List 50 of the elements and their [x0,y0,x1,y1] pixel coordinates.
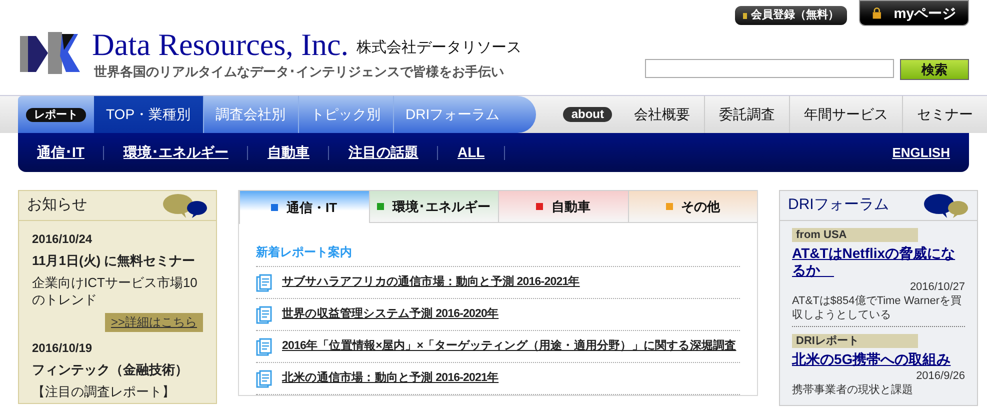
report-link[interactable]: 2016年「位置情報×屋内」×「ターゲッティング（用途・適用分野）」に関する深堀調査 [282,338,736,356]
forum-date: 2016/10/27 [910,281,965,294]
forum-tag: from USA [792,228,918,242]
news-title: フィンテック（金融技術） [32,361,189,379]
category-tab[interactable]: 通信・IT [239,190,368,224]
forum-article-link[interactable]: 北米の5G携帯への取組み [792,351,965,368]
news-text: 企業向けICTサービス市場10のトレンド [32,274,198,308]
category-link[interactable]: 環境･エネルギー [123,142,228,163]
category-link[interactable]: 自動車 [267,142,310,163]
news-title: 11月1日(火) に無料セミナー [32,252,196,270]
panel-title: DRIフォーラム [788,195,889,216]
section-title: 新着レポート案内 [256,243,740,267]
forum-tag: DRIレポート [792,334,918,348]
category-link[interactable]: 注目の話題 [348,142,418,163]
category-link[interactable]: 通信･IT [37,142,84,163]
forum-date: 2016/9/26 [916,370,965,383]
details-link[interactable]: >>詳細はこちら [104,313,203,332]
tagline: 世界各国のリアルタイムなデータ･インテリジェンスで皆様をお手伝い [94,63,505,81]
category-tab[interactable]: 自動車 [498,190,628,223]
mypage-button[interactable]: myページ [859,0,969,26]
news-text: 【注目の調査レポート】 [32,383,176,400]
panel-title: お知らせ [27,195,87,216]
speech-bubbles-icon [923,192,969,218]
category-tab[interactable]: その他 [628,190,757,223]
document-icon [256,306,272,324]
register-button[interactable]: 会員登録（無料） [735,6,847,25]
lock-icon [872,6,882,20]
about-badge: about [563,107,612,122]
news-date: 2016/10/24 [32,231,94,248]
category-link[interactable]: ALL [457,142,485,163]
search-button[interactable]: 検索 [900,59,969,80]
document-icon [256,274,272,292]
report-link[interactable]: 世界の収益管理システム予測 2016-2020年 [282,306,499,324]
nav-link[interactable]: 会社概要 [620,96,704,133]
company-name: Data Resources, Inc. [92,28,349,62]
nav-tab[interactable]: TOP・業種別 [94,96,203,133]
report-link[interactable]: 北米の通信市場：動向と予測 2016-2021年 [282,370,499,388]
forum-text: AT&Tは$854億でTime Warnerを買収しようとしている [792,294,963,322]
forum-text: 携帯事業者の現状と課題 [792,383,914,397]
report-badge: レポート [26,108,86,122]
report-link[interactable]: サブサハラアフリカの通信市場：動向と予測 2016-2021年 [282,274,580,292]
document-icon [256,338,272,356]
category-tab[interactable]: 環境･エネルギー [368,190,498,223]
news-date: 2016/10/19 [32,340,94,357]
search-field[interactable] [645,59,894,78]
speech-bubbles-icon [162,192,208,218]
forum-article-link[interactable]: AT&TはNetflixの脅威になるか [792,245,965,279]
document-icon [256,370,272,388]
company-name-japanese: 株式会社データリソース [356,38,522,58]
english-link[interactable]: ENGLISH [892,142,950,162]
